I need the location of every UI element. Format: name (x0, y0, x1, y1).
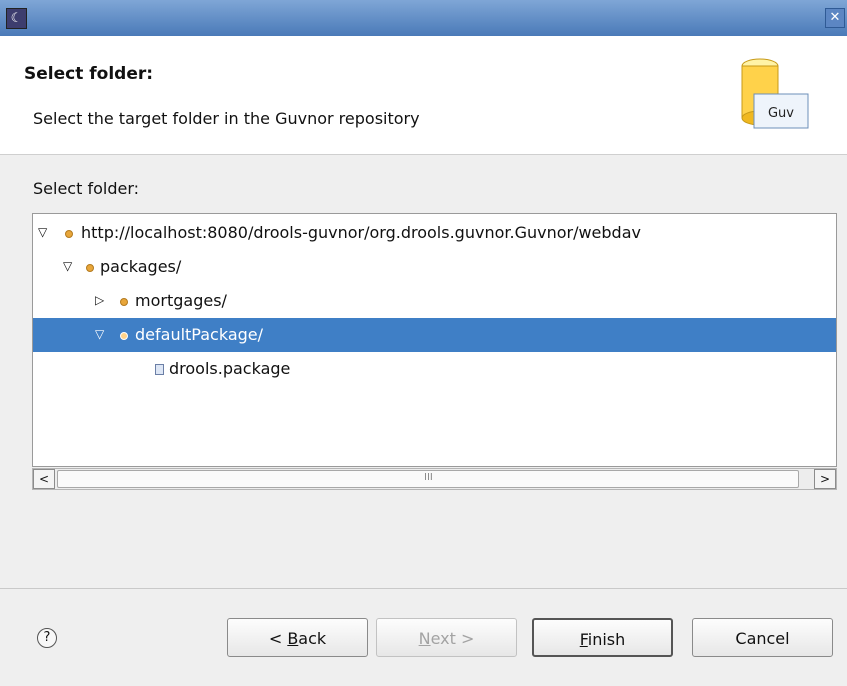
folder-icon (120, 332, 128, 340)
help-icon[interactable]: ? (37, 628, 57, 648)
page-title: Select folder: (24, 64, 154, 84)
folder-tree[interactable]: ▽ http://localhost:8080/drools-guvnor/or… (32, 213, 837, 467)
next-rest: ext > (430, 629, 475, 648)
back-rest: ack (298, 629, 327, 648)
tree-item-label: packages/ (100, 257, 182, 276)
tree-item-packages[interactable]: ▽ packages/ (33, 250, 836, 284)
folder-icon (65, 230, 73, 238)
tree-label: Select folder: (33, 179, 139, 198)
back-button[interactable]: < Back (227, 618, 368, 657)
title-bar: ☾ ✕ (0, 0, 847, 36)
tree-item-mortgages[interactable]: ▷ mortgages/ (33, 284, 836, 318)
banner-label: Guv (768, 106, 794, 121)
scroll-thumb[interactable]: III (57, 470, 799, 488)
footer-separator (0, 588, 847, 589)
tree-item-label: drools.package (169, 359, 291, 378)
collapsed-icon[interactable]: ▷ (95, 293, 104, 307)
finish-mnemonic: F (579, 630, 588, 649)
finish-rest: inish (587, 630, 626, 649)
horizontal-scrollbar[interactable]: < III > (32, 468, 837, 490)
next-mnemonic: N (418, 629, 431, 648)
back-mnemonic: B (287, 629, 299, 648)
page-description: Select the target folder in the Guvnor r… (33, 109, 420, 128)
tree-item-drools-package[interactable]: drools.package (33, 352, 836, 386)
tree-item-label: defaultPackage/ (135, 325, 264, 344)
scroll-grip: III (424, 472, 433, 483)
finish-button[interactable]: Finish (532, 618, 673, 657)
expanded-icon[interactable]: ▽ (38, 225, 47, 239)
expanded-icon[interactable]: ▽ (63, 259, 72, 273)
tree-item-root[interactable]: ▽ http://localhost:8080/drools-guvnor/or… (33, 216, 836, 250)
tree-item-label: http://localhost:8080/drools-guvnor/org.… (81, 223, 641, 242)
next-button[interactable]: Next > (376, 618, 517, 657)
file-icon (155, 364, 164, 375)
cancel-button[interactable]: Cancel (692, 618, 833, 657)
folder-icon (120, 298, 128, 306)
tree-item-label: mortgages/ (135, 291, 227, 310)
wizard-header: Select folder: Select the target folder … (0, 36, 847, 155)
scroll-right-button[interactable]: > (814, 469, 836, 489)
folder-icon (86, 264, 94, 272)
expanded-icon[interactable]: ▽ (95, 327, 104, 341)
tree-item-defaultpackage[interactable]: ▽ defaultPackage/ (33, 318, 836, 352)
scroll-left-button[interactable]: < (33, 469, 55, 489)
eclipse-icon: ☾ (6, 8, 27, 29)
close-icon[interactable]: ✕ (825, 8, 845, 28)
guvnor-database-icon: Guv (741, 58, 809, 129)
back-prefix: < (268, 629, 288, 648)
